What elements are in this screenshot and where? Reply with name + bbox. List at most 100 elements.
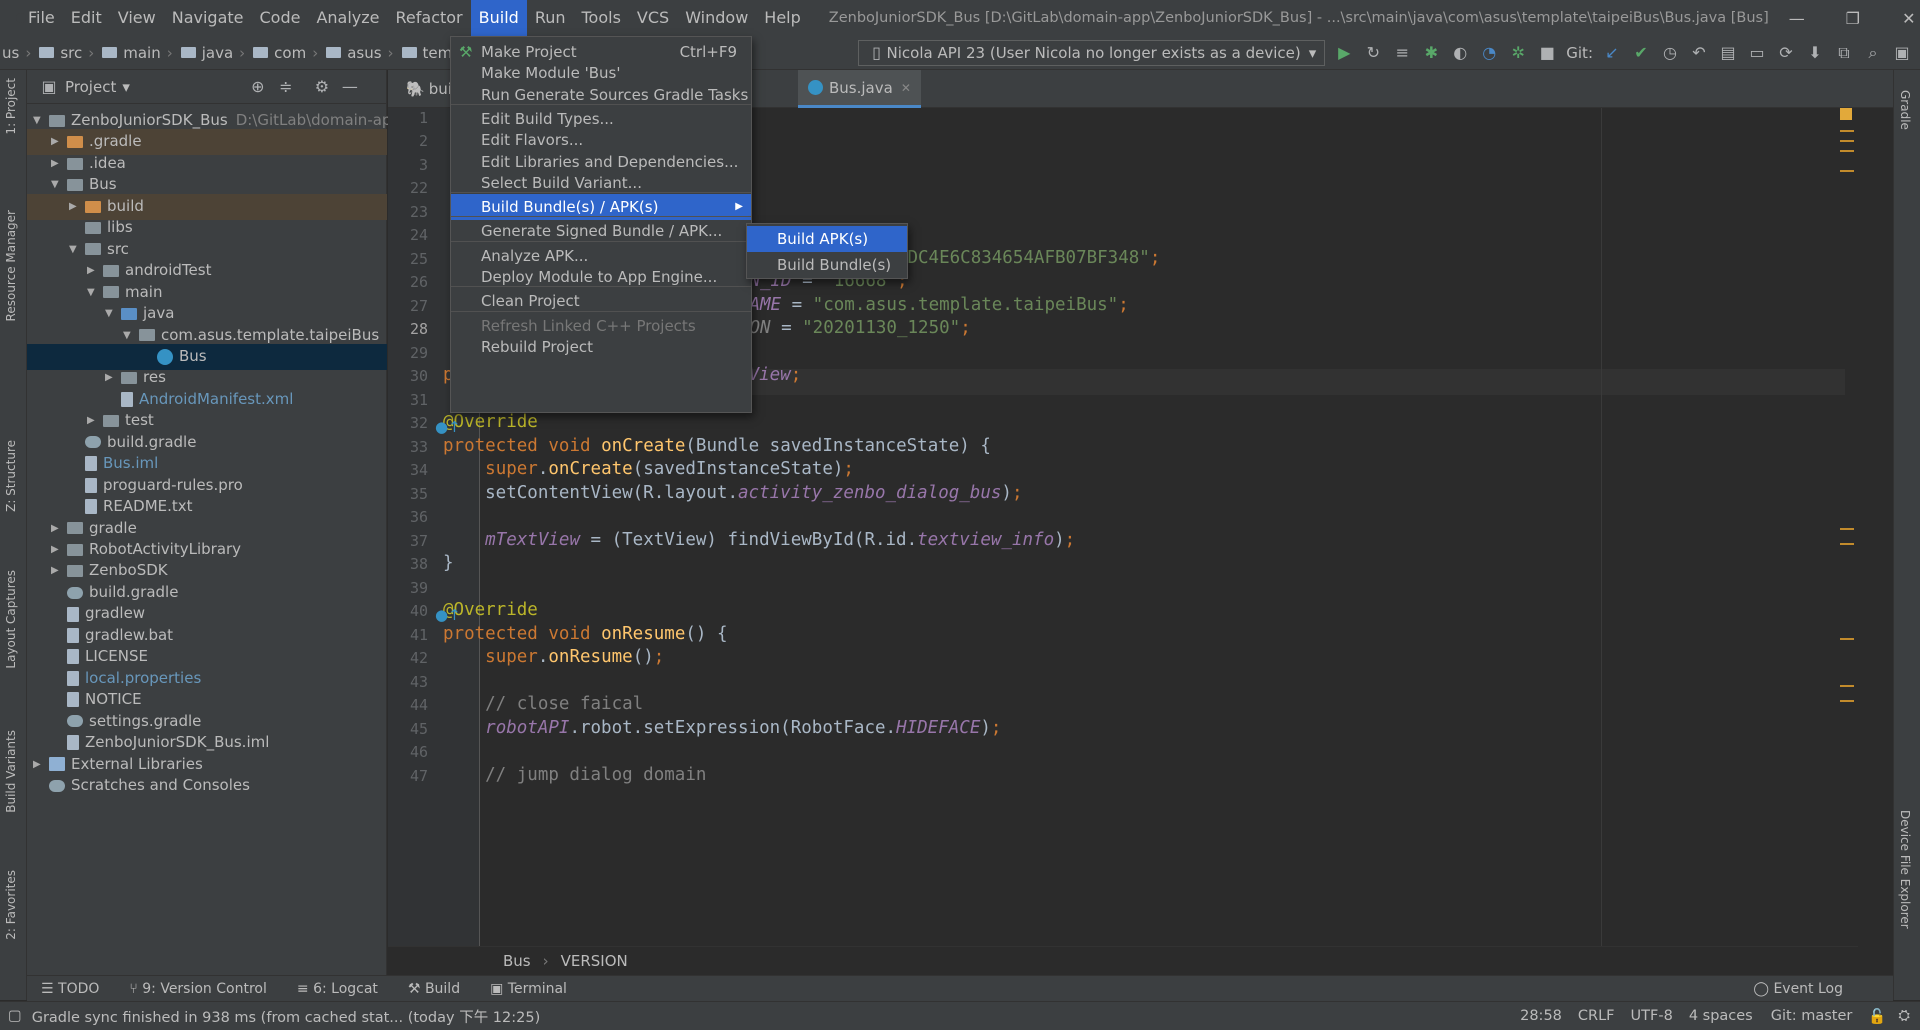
tree-node[interactable]: LICENSE <box>51 646 148 667</box>
breadcrumb-item[interactable]: asus › <box>318 44 394 62</box>
device-selector[interactable]: ▯ Nicola API 23 (User Nicola no longer e… <box>857 39 1326 66</box>
menu-analyze[interactable]: Analyze <box>308 0 387 36</box>
settings-icon[interactable]: ▣ <box>1892 43 1912 63</box>
tool-event-log[interactable]: ◯ Event Log <box>1753 981 1843 997</box>
tool-tab-resource-manager[interactable]: Resource Manager <box>4 210 18 321</box>
tree-node[interactable]: Scratches and Consoles <box>33 775 250 796</box>
menu-run[interactable]: Run <box>527 0 574 36</box>
lock-icon[interactable]: 🔓 <box>1868 1008 1886 1025</box>
override-marker-icon[interactable]: ●↑ <box>435 418 461 436</box>
expand-arrow-icon[interactable]: ▶ <box>33 754 49 775</box>
git-history-icon[interactable]: ◷ <box>1660 43 1680 63</box>
tree-node[interactable]: proguard-rules.pro <box>69 475 243 496</box>
debug-icon[interactable]: ✱ <box>1421 43 1441 63</box>
tool-tab-device-file-explorer[interactable]: Device File Explorer <box>1898 810 1912 929</box>
tool-tab-build-variants[interactable]: Build Variants <box>4 730 18 813</box>
tree-node[interactable]: ▼ com.asus.template.taipeiBus <box>123 325 379 346</box>
warning-marker[interactable] <box>1840 543 1854 545</box>
breadcrumb-item[interactable]: us › <box>2 44 31 62</box>
avd-manager-icon[interactable]: ▭ <box>1747 43 1767 63</box>
expand-arrow-icon[interactable]: ▼ <box>105 303 121 324</box>
tree-node[interactable]: ▼ Bus <box>51 174 117 195</box>
run-icon[interactable]: ▶ <box>1334 43 1354 63</box>
tool-version-control[interactable]: ⑂ 9: Version Control <box>129 981 266 997</box>
tree-node[interactable]: ▶ androidTest <box>87 260 211 281</box>
hide-icon[interactable]: — <box>340 77 360 97</box>
tool-build[interactable]: ⚒ Build <box>408 981 460 997</box>
breadcrumb-class[interactable]: Bus <box>503 952 531 970</box>
expand-arrow-icon[interactable]: ▶ <box>87 260 103 281</box>
profile-icon[interactable]: ◔ <box>1479 43 1499 63</box>
tree-node[interactable]: ▶ ZenboSDK <box>51 560 168 581</box>
expand-arrow-icon[interactable]: ▼ <box>69 239 85 260</box>
tool-logcat[interactable]: ≡ 6: Logcat <box>297 981 378 997</box>
indent-setting[interactable]: 4 spaces <box>1689 1008 1753 1024</box>
breadcrumb-item[interactable]: com › <box>245 44 318 62</box>
tool-tab-gradle[interactable]: Gradle <box>1898 90 1912 130</box>
breadcrumb-field[interactable]: VERSION <box>561 952 628 970</box>
status-message[interactable]: Gradle sync finished in 938 ms (from cac… <box>32 1006 541 1027</box>
menu-vcs[interactable]: VCS <box>629 0 677 36</box>
tree-node[interactable]: ▶ .gradle <box>51 131 142 152</box>
menu-view[interactable]: View <box>110 0 164 36</box>
tree-node[interactable]: Bus <box>141 346 207 367</box>
tree-node[interactable]: README.txt <box>69 496 193 517</box>
menu-item-build-bundle[interactable]: Build Bundle(s) <box>747 252 907 278</box>
menu-item-rebuild-project[interactable]: Rebuild Project <box>451 334 751 360</box>
close-button[interactable]: ✕ <box>1881 9 1920 28</box>
warning-marker[interactable] <box>1840 140 1854 142</box>
tool-todo[interactable]: ☰ TODO <box>41 981 99 997</box>
menu-window[interactable]: Window <box>677 0 756 36</box>
menu-tools[interactable]: Tools <box>574 0 629 36</box>
apply-changes-icon[interactable]: ≡ <box>1392 43 1412 63</box>
tree-node[interactable]: ▶ .idea <box>51 153 126 174</box>
warning-marker[interactable] <box>1840 638 1854 640</box>
tree-node[interactable]: Bus.iml <box>69 453 158 474</box>
tree-node[interactable]: gradlew.bat <box>51 625 173 646</box>
status-icon[interactable]: ▢ <box>8 1008 22 1024</box>
tree-node[interactable]: gradlew <box>51 603 145 624</box>
minimize-button[interactable]: — <box>1769 9 1825 28</box>
gear-icon[interactable]: ⚙ <box>312 77 332 97</box>
search-icon[interactable]: ⌕ <box>1863 43 1883 63</box>
expand-arrow-icon[interactable]: ▼ <box>51 174 67 195</box>
breadcrumb-item[interactable]: java › <box>173 44 245 62</box>
expand-arrow-icon[interactable]: ▶ <box>51 518 67 539</box>
warning-marker[interactable] <box>1840 170 1854 172</box>
tree-node[interactable]: ▶ External Libraries <box>33 754 203 775</box>
tree-node[interactable]: libs <box>69 217 133 238</box>
tree-node[interactable]: ▶ RobotActivityLibrary <box>51 539 241 560</box>
warning-marker[interactable] <box>1840 528 1854 530</box>
git-branch[interactable]: Git: master <box>1771 1008 1853 1024</box>
tree-node[interactable]: settings.gradle <box>51 711 201 732</box>
sync-gradle-icon[interactable]: ⟳ <box>1776 43 1796 63</box>
tool-terminal[interactable]: ▣ Terminal <box>490 981 567 997</box>
expand-arrow-icon[interactable]: ▶ <box>51 131 67 152</box>
warning-marker[interactable] <box>1840 700 1854 702</box>
tree-node[interactable]: NOTICE <box>51 689 142 710</box>
tool-tab-structure[interactable]: Z: Structure <box>4 440 18 512</box>
menu-file[interactable]: File <box>20 0 63 36</box>
locate-icon[interactable]: ⊕ <box>248 77 268 97</box>
restore-button[interactable]: ❐ <box>1825 9 1881 28</box>
breadcrumb-item[interactable]: main › <box>94 44 173 62</box>
breadcrumb-item[interactable]: src › <box>31 44 94 62</box>
warning-marker[interactable] <box>1840 130 1854 132</box>
sdk-manager-icon[interactable]: ⬇ <box>1805 43 1825 63</box>
override-marker-icon[interactable]: ●↑ <box>435 606 461 624</box>
tool-tab-project[interactable]: 1: Project <box>4 78 18 135</box>
tree-node[interactable]: ▶ gradle <box>51 518 137 539</box>
warning-marker[interactable] <box>1840 685 1854 687</box>
expand-arrow-icon[interactable]: ▶ <box>51 560 67 581</box>
caret-position[interactable]: 28:58 <box>1520 1008 1562 1024</box>
tab-bus-java[interactable]: Bus.java ✕ <box>798 70 921 108</box>
menu-code[interactable]: Code <box>252 0 309 36</box>
tree-node[interactable]: ZenboJuniorSDK_Bus.iml <box>51 732 269 753</box>
tree-node[interactable]: build.gradle <box>69 432 196 453</box>
collapse-all-icon[interactable]: ≑ <box>276 77 296 97</box>
coverage-icon[interactable]: ◐ <box>1450 43 1470 63</box>
error-stripe[interactable] <box>1845 108 1858 960</box>
tree-node[interactable]: build.gradle <box>51 582 178 603</box>
line-separator[interactable]: CRLF <box>1578 1008 1615 1024</box>
git-rollback-icon[interactable]: ↶ <box>1689 43 1709 63</box>
